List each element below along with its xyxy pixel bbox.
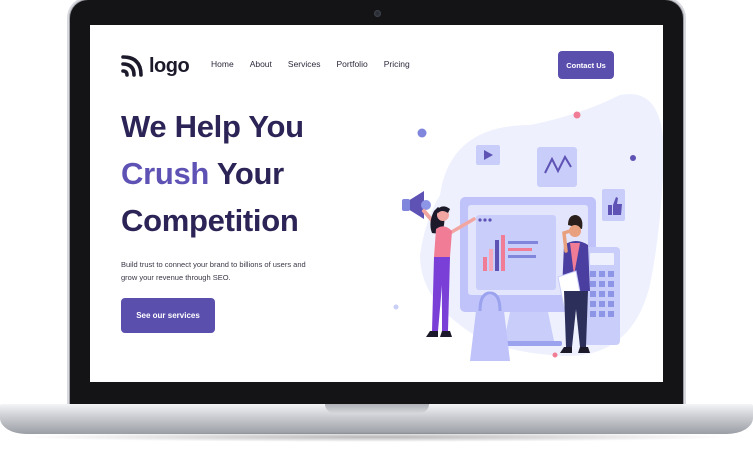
- laptop-shadow: [20, 432, 733, 442]
- headline-line-2: Crush Your: [121, 150, 381, 197]
- decor-dot: [573, 111, 581, 119]
- laptop-notch: [325, 404, 429, 413]
- decor-dot: [552, 352, 558, 358]
- laptop-mockup: logo Home About Services Portfolio Prici…: [0, 0, 753, 450]
- hero-illustration: [393, 94, 663, 361]
- contact-us-button[interactable]: Contact Us: [558, 51, 614, 79]
- headline-line-3: Competition: [121, 203, 299, 238]
- headline-accent-word: Crush: [121, 156, 210, 191]
- calculator-icon: [584, 247, 620, 345]
- chart-wave-icon: [537, 147, 577, 187]
- hero-headline: We Help You Crush Your Competition: [121, 103, 381, 244]
- nav-item-home[interactable]: Home: [211, 59, 234, 69]
- play-icon: [476, 145, 500, 165]
- logo-text: logo: [149, 54, 190, 77]
- logo-mark-icon: [121, 55, 143, 77]
- camera-icon: [374, 10, 381, 17]
- decor-dot: [417, 128, 427, 138]
- headline-line-1: We Help You: [121, 109, 304, 144]
- headline-line-2-rest: Your: [209, 156, 284, 191]
- hero-description: Build trust to connect your brand to bil…: [121, 260, 306, 282]
- nav-item-about[interactable]: About: [250, 59, 272, 69]
- main-nav: Home About Services Portfolio Pricing: [211, 59, 426, 69]
- website-screen: logo Home About Services Portfolio Prici…: [90, 25, 663, 382]
- decor-dot: [393, 304, 399, 310]
- nav-item-portfolio[interactable]: Portfolio: [337, 59, 368, 69]
- nav-item-pricing[interactable]: Pricing: [384, 59, 410, 69]
- nav-item-services[interactable]: Services: [288, 59, 321, 69]
- thumbs-up-icon: [602, 189, 625, 221]
- see-services-button[interactable]: See our services: [121, 298, 215, 333]
- decor-dot: [630, 155, 636, 161]
- brand-logo[interactable]: logo: [121, 51, 190, 81]
